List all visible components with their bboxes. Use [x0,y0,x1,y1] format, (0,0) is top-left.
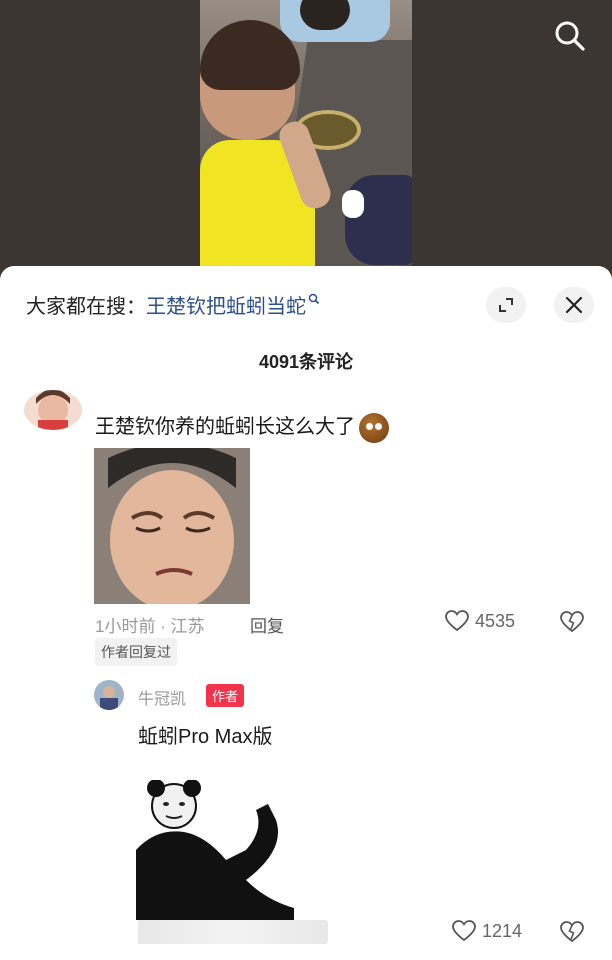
reply-like-count: 1214 [482,920,523,941]
reply-item: 牛冠凯 作者 蚯蚓Pro Max版 [0,676,612,960]
author-badge: 作者 [206,684,245,707]
broken-heart-icon [560,921,584,943]
comment-sheet: 大家都在搜：王楚钦把蚯蚓当蛇 4091条评论 王楚钦你养的蚯蚓长这么大了 1小时… [0,266,612,960]
reply-like-button[interactable]: 1214 [452,920,522,942]
hot-search-prefix: 大家都在搜： [26,296,146,318]
hot-search-link[interactable]: 大家都在搜：王楚钦把蚯蚓当蛇 [26,290,320,319]
reply-dislike-button[interactable] [560,921,584,948]
reply-username[interactable]: 牛冠凯 [138,685,186,709]
comment-text: 王楚钦你养的蚯蚓长这么大了 [95,410,389,443]
reply-meta-obscured [138,920,328,944]
comment-time-location: 1小时前 · 江苏 [95,617,205,636]
reply-text: 蚯蚓Pro Max版 [138,726,273,748]
grimace-emoji-icon [359,412,389,443]
mini-search-icon [308,290,320,313]
expand-icon [499,298,513,312]
reply-avatar[interactable] [94,680,124,710]
comment-item: 王楚钦你养的蚯蚓长这么大了 1小时前 · 江苏 回复 4535 作者回复过 [0,376,612,676]
close-icon [565,296,583,314]
video-player[interactable] [0,0,612,290]
video-frame [200,0,412,290]
hot-search-keyword[interactable]: 王楚钦把蚯蚓当蛇 [146,296,306,318]
expand-button[interactable] [486,287,526,323]
comment-count: 4091条评论 [258,352,354,372]
username-faded [95,384,99,394]
dislike-button[interactable] [560,611,584,638]
sticker-panda-meme[interactable] [136,780,294,920]
comment-text-content: 王楚钦你养的蚯蚓长这么大了 [95,416,355,438]
heart-icon [452,920,476,942]
reply-button[interactable]: 回复 [250,612,284,637]
like-count: 4535 [475,610,516,631]
search-button[interactable] [550,16,590,56]
search-icon [555,21,585,51]
avatar[interactable] [24,390,82,430]
sticker-crying-face[interactable] [94,448,250,604]
like-button[interactable]: 4535 [445,610,515,632]
broken-heart-icon [560,611,584,633]
author-replied-badge: 作者回复过 [95,638,177,666]
close-button[interactable] [554,287,594,323]
heart-icon [445,610,469,632]
sheet-header: 大家都在搜：王楚钦把蚯蚓当蛇 [0,266,612,342]
